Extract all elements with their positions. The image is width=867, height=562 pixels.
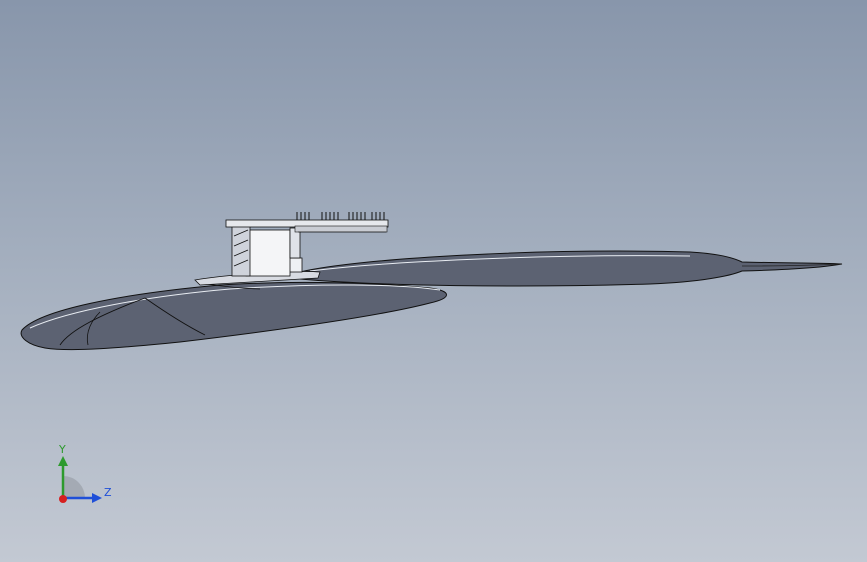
motor-assembly[interactable] xyxy=(231,225,301,277)
z-axis-label: Z xyxy=(104,486,112,499)
axis-triad: Y Z xyxy=(58,443,112,503)
right-blade[interactable] xyxy=(299,250,843,287)
left-blade[interactable] xyxy=(20,281,447,351)
model-view[interactable] xyxy=(0,0,867,562)
x-axis-dot xyxy=(59,495,67,503)
y-axis-label: Y xyxy=(58,443,66,456)
triad-plane xyxy=(63,476,85,498)
graphics-viewport[interactable]: Y Z xyxy=(0,0,867,562)
